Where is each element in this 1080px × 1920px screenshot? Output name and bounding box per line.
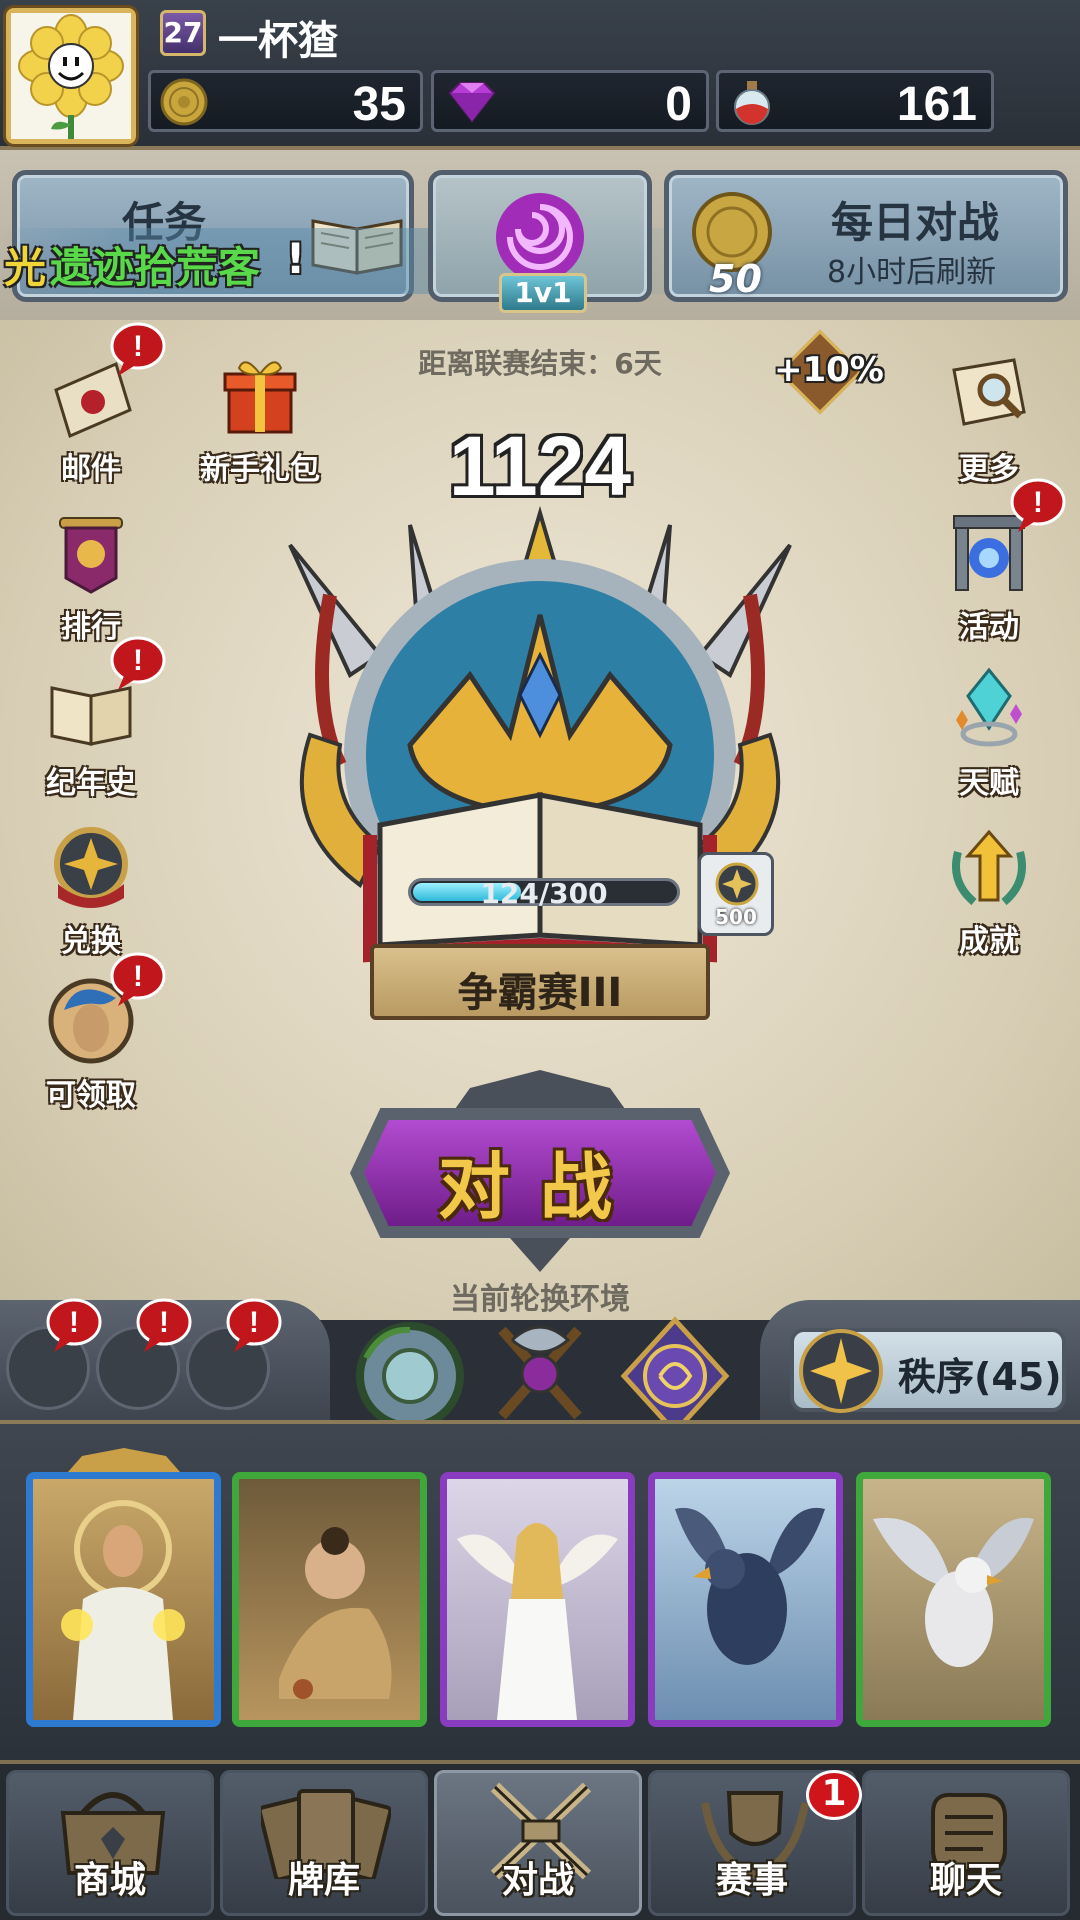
- daily-reward-amount: 50: [709, 257, 762, 301]
- slot-alert-icon: !: [226, 1298, 282, 1352]
- sun-order-icon: [799, 1329, 883, 1413]
- flower-avatar-icon: [11, 13, 131, 139]
- scroll-magnifier-icon: [952, 358, 1026, 426]
- battle-button[interactable]: 对战: [350, 1108, 730, 1238]
- laurel-arrow-icon: [952, 829, 1026, 906]
- potion-amount: 161: [896, 78, 977, 131]
- daily-title: 每日对战: [831, 198, 1000, 247]
- mail-alert-icon: !: [110, 322, 166, 376]
- claimable-alert-icon: !: [110, 952, 166, 1006]
- slot-alert-icon: !: [46, 1298, 102, 1352]
- svg-text:!: !: [249, 1306, 259, 1339]
- mode-select-button[interactable]: 1v1: [428, 170, 652, 313]
- ranking-banner-icon: [59, 517, 123, 594]
- slot-alert-icon: !: [136, 1298, 192, 1352]
- league-countdown: 距离联赛结束：6天: [418, 347, 662, 380]
- more-button[interactable]: 更多: [924, 350, 1054, 490]
- ticker-prefix: 光: [4, 243, 47, 292]
- svg-text:!: !: [133, 644, 143, 677]
- starter-pack-button[interactable]: 新手礼包: [190, 350, 330, 490]
- nav-chat-label: 聊天: [929, 1860, 1002, 1901]
- crystal-icon: [956, 667, 1022, 747]
- nav-deck[interactable]: 牌库: [220, 1770, 428, 1916]
- card-slot[interactable]: [232, 1472, 427, 1727]
- ticker-highlight: 遗迹拾荒客: [50, 243, 261, 292]
- ticker-suffix: !: [286, 234, 306, 283]
- rank-progress-text: 124/300: [480, 877, 608, 910]
- nav-chat[interactable]: 聊天: [862, 1770, 1070, 1916]
- angel-card-art: [457, 1523, 618, 1720]
- ranking-button[interactable]: 排行: [26, 508, 156, 648]
- nature-environment-icon[interactable]: [352, 1318, 468, 1434]
- nav-deck-label: 牌库: [287, 1860, 360, 1901]
- svg-text:!: !: [159, 1306, 169, 1339]
- events-alert-icon: !: [1010, 478, 1066, 532]
- eagle-card-art: [873, 1517, 1034, 1667]
- gold-coin-icon: [160, 78, 208, 126]
- nav-battle[interactable]: 对战: [434, 1770, 642, 1916]
- card-slot[interactable]: [856, 1472, 1051, 1727]
- rank-ribbon: 争霸赛III: [370, 944, 710, 1020]
- tournament-badge: 1: [806, 1770, 862, 1820]
- vortex-portal-icon: [496, 193, 584, 281]
- rank-reward-amount: 500: [715, 905, 757, 929]
- child-monk-card-art: [279, 1527, 392, 1699]
- exchange-button[interactable]: 兑换: [26, 822, 156, 962]
- daily-battle-button[interactable]: 50 每日对战 8小时后刷新: [664, 170, 1068, 302]
- events-label: 活动: [959, 610, 1019, 645]
- priestess-card-art: [61, 1500, 185, 1720]
- bonus-badge[interactable]: +10%: [774, 329, 884, 416]
- svg-text:!: !: [133, 330, 143, 363]
- card-slot[interactable]: [648, 1472, 843, 1727]
- gold-amount: 35: [352, 78, 406, 131]
- faction-label: 秩序(45): [898, 1355, 1062, 1399]
- chronicle-alert-icon: !: [110, 636, 166, 690]
- card-slot[interactable]: [26, 1472, 221, 1727]
- nav-shop-label: 商城: [73, 1860, 146, 1901]
- potion-resource[interactable]: 161: [716, 70, 994, 132]
- starter-pack-label: 新手礼包: [200, 452, 320, 487]
- achievement-button[interactable]: 成就: [924, 822, 1054, 962]
- mail-label: 邮件: [61, 452, 121, 487]
- player-level-badge: 27: [160, 10, 206, 56]
- purple-gem-icon: [448, 82, 496, 123]
- reward-coin-icon: [715, 862, 759, 906]
- talent-button[interactable]: 天赋: [924, 664, 1054, 804]
- league-rating: 1124: [448, 419, 632, 513]
- gift-box-icon: [223, 361, 297, 434]
- claimable-label: 可领取: [46, 1078, 136, 1113]
- player-name: 一杯猹: [218, 18, 338, 64]
- faction-button[interactable]: 秩序(45): [790, 1328, 1066, 1413]
- gem-resource[interactable]: 0: [431, 70, 709, 132]
- battle-button-label: 对战: [437, 1145, 642, 1229]
- arcane-environment-icon[interactable]: [616, 1316, 734, 1436]
- gem-amount: 0: [665, 78, 692, 131]
- environment-label: 当前轮换环境: [450, 1282, 630, 1317]
- svg-text:!: !: [133, 960, 143, 993]
- player-avatar[interactable]: [6, 8, 136, 144]
- mode-label: 1v1: [499, 273, 587, 313]
- nav-battle-label: 对战: [501, 1860, 574, 1901]
- potion-flask-icon: [734, 81, 770, 125]
- rank-name: 争霸赛III: [457, 970, 623, 1016]
- bonus-text: +10%: [774, 350, 884, 390]
- axe-environment-icon[interactable]: [482, 1316, 598, 1436]
- nav-tournament-label: 赛事: [715, 1860, 788, 1901]
- griffin-card-art: [675, 1507, 825, 1665]
- chronicle-label: 纪年史: [46, 766, 136, 801]
- gold-resource[interactable]: 35: [148, 70, 423, 132]
- nav-shop[interactable]: 商城: [6, 1770, 214, 1916]
- daily-refresh-text: 8小时后刷新: [827, 255, 997, 290]
- card-slot[interactable]: [440, 1472, 635, 1727]
- talent-label: 天赋: [959, 766, 1019, 801]
- exchange-medal-icon: [54, 827, 128, 908]
- rank-reward-bubble[interactable]: 500: [698, 852, 774, 936]
- rank-progress-bar: 124/300: [408, 877, 680, 910]
- achievement-label: 成就: [959, 924, 1019, 959]
- svg-text:!: !: [1033, 486, 1043, 519]
- svg-text:!: !: [69, 1306, 79, 1339]
